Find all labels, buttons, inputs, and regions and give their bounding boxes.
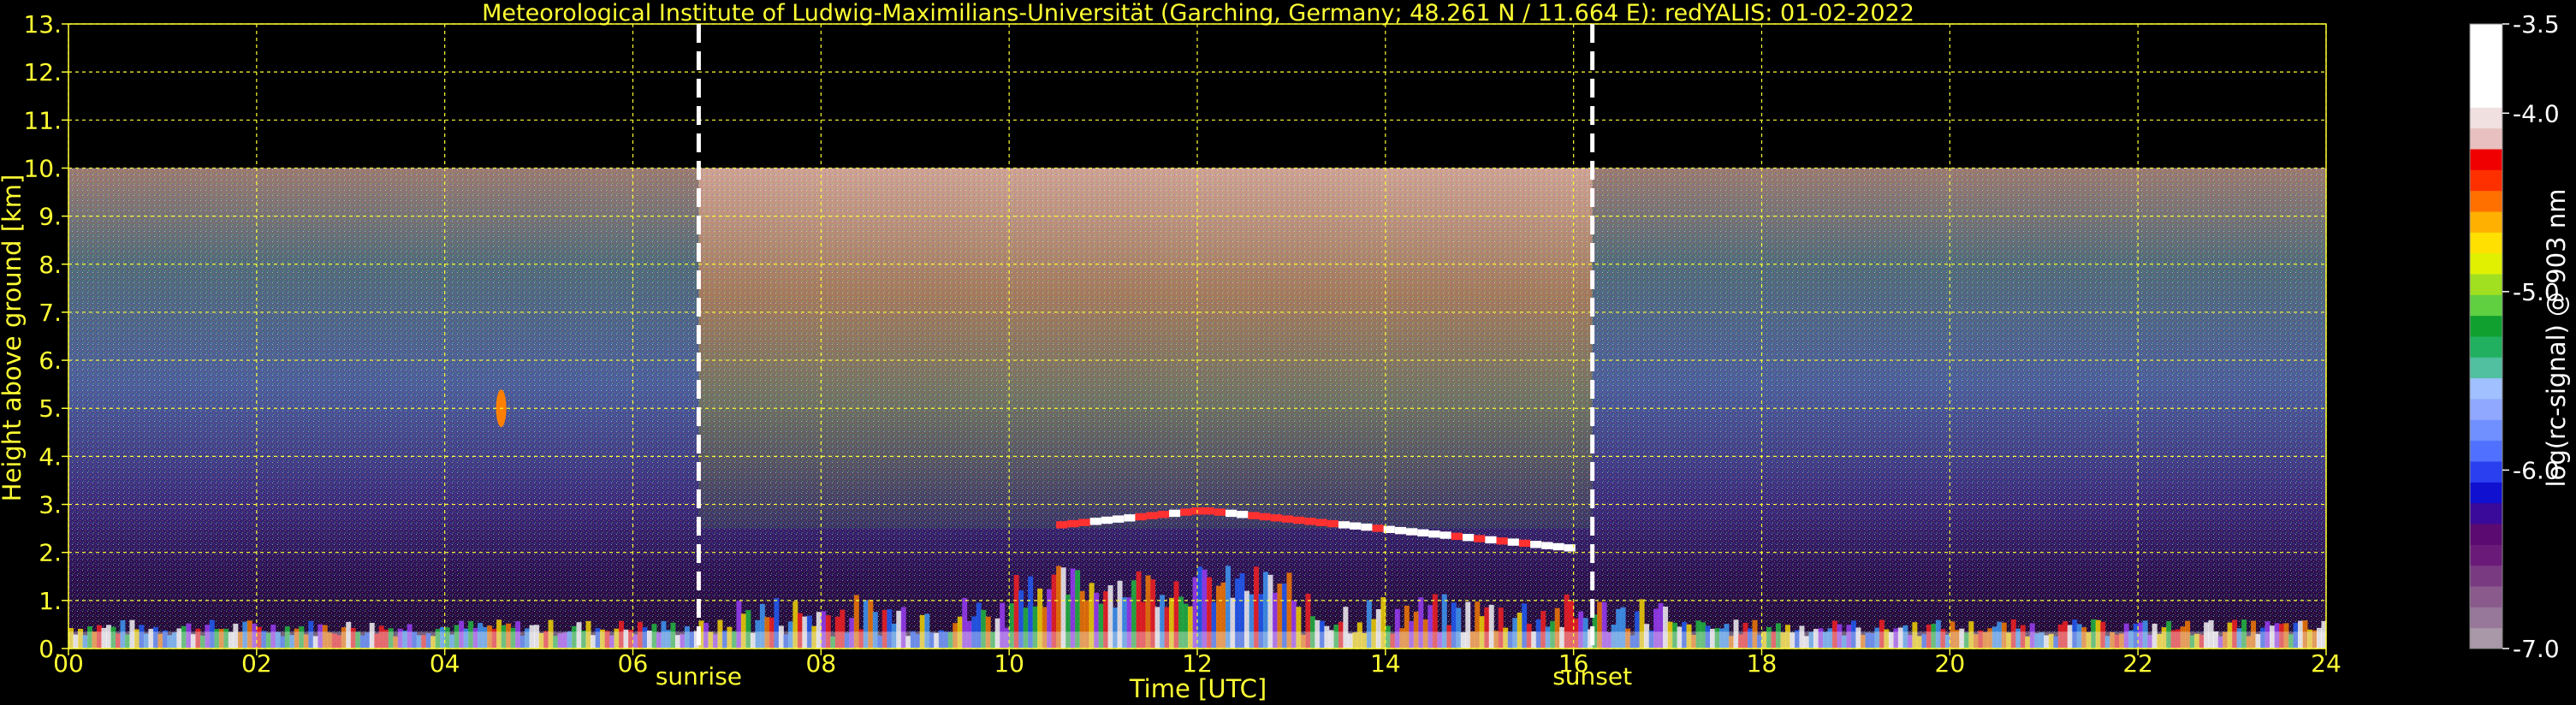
y-tick-label: 2. xyxy=(39,539,62,567)
y-tick-label: 9. xyxy=(39,203,62,231)
colorbar-segment xyxy=(2470,24,2502,45)
colorbar-segment xyxy=(2470,294,2502,317)
colorbar-segment xyxy=(2470,399,2502,420)
colorbar-segment xyxy=(2470,127,2502,150)
x-axis-label: Time [UTC] xyxy=(1129,674,1267,703)
colorbar-segment xyxy=(2470,419,2502,441)
colorbar-segment xyxy=(2470,107,2502,129)
colorbar-segment xyxy=(2470,232,2502,254)
colorbar-segment xyxy=(2470,502,2502,524)
colorbar-tick-label: -3.5 xyxy=(2513,10,2560,39)
colorbar-segment xyxy=(2470,586,2502,607)
y-tick-label: 6. xyxy=(39,347,62,375)
colorbar-segment xyxy=(2470,627,2502,649)
y-tick-label: 1. xyxy=(39,587,62,615)
colorbar-segment xyxy=(2470,190,2502,212)
colorbar-segment xyxy=(2470,44,2502,67)
colorbar-segment xyxy=(2470,544,2502,566)
colorbar-segment xyxy=(2470,86,2502,108)
y-tick-label: 13. xyxy=(23,10,62,39)
sunrise-label: sunrise xyxy=(656,662,742,690)
colorbar-segment xyxy=(2470,252,2502,275)
colorbar-label: log(rc-signal) @ 903 nm xyxy=(2542,189,2571,488)
colorbar-segment xyxy=(2470,274,2502,295)
colorbar-segment xyxy=(2470,211,2502,233)
colorbar-segment xyxy=(2470,440,2502,462)
colorbar-segment xyxy=(2470,357,2502,379)
colorbar-segment xyxy=(2470,336,2502,358)
y-tick-label: 4. xyxy=(39,442,62,471)
colorbar-segment xyxy=(2470,169,2502,192)
lidar-chart: sunrise sunset 00 02 04 06 08 10 12 14 16 18 20 22 24… xyxy=(0,0,2571,703)
colorbar-segment xyxy=(2470,377,2502,400)
x-tick-label: 24 xyxy=(2311,649,2342,678)
colorbar-segment xyxy=(2470,482,2502,504)
x-tick-label: 16 xyxy=(1558,649,1589,678)
y-tick-label: 3. xyxy=(39,491,62,519)
colorbar-tick-label: -7.0 xyxy=(2513,635,2560,663)
y-tick-label: 7. xyxy=(39,299,62,327)
x-tick-label: 20 xyxy=(1935,649,1966,678)
colorbar-tick-label: -4.0 xyxy=(2513,99,2560,127)
chart-title: Meteorological Institute of Ludwig-Maxim… xyxy=(482,0,1914,27)
x-tick-label: 08 xyxy=(806,649,837,678)
y-tick-label: 8. xyxy=(39,251,62,279)
y-axis-label: Height above ground [km] xyxy=(0,175,27,502)
y-tick-label: 0. xyxy=(39,635,62,663)
colorbar-segment xyxy=(2470,565,2502,587)
y-tick-label: 5. xyxy=(39,394,62,423)
colorbar-segment xyxy=(2470,315,2502,337)
colorbar-segment xyxy=(2470,607,2502,629)
x-tick-label: 14 xyxy=(1370,649,1401,678)
x-tick-label: 06 xyxy=(618,649,649,678)
x-tick-label: 10 xyxy=(994,649,1024,678)
colorbar-segment xyxy=(2470,524,2502,545)
x-tick-label: 02 xyxy=(241,649,272,678)
colorbar-segment xyxy=(2470,461,2502,483)
x-tick-label: 22 xyxy=(2122,649,2153,678)
y-tick-label: 11. xyxy=(23,106,62,134)
colorbar-segment xyxy=(2470,149,2502,170)
colorbar-segment xyxy=(2470,65,2502,87)
x-tick-label: 04 xyxy=(430,649,460,678)
x-tick-label: 18 xyxy=(1747,649,1778,678)
y-tick-label: 10. xyxy=(23,154,62,182)
y-tick-label: 12. xyxy=(23,58,62,86)
